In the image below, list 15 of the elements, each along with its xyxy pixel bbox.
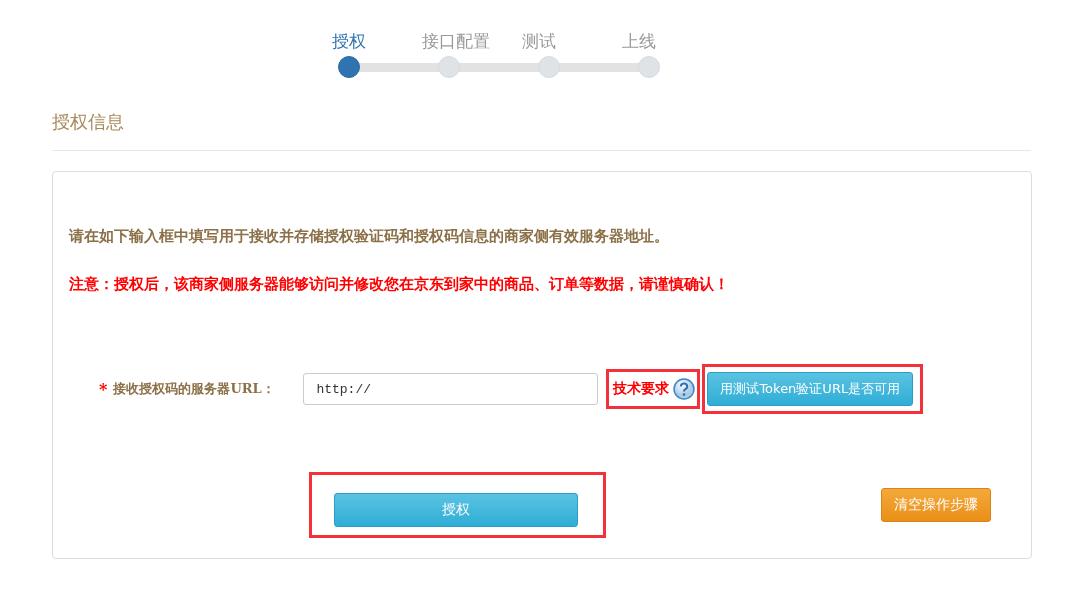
step-label: 测试 — [522, 30, 557, 53]
instruction-text: 请在如下输入框中填写用于接收并存储授权验证码和授权码信息的商家侧有效服务器地址。 — [69, 227, 670, 246]
section-title: 授权信息 — [52, 110, 125, 134]
step-label: 上线 — [622, 30, 657, 53]
step-label: 接口配置 — [422, 30, 491, 53]
clear-steps-button[interactable]: 清空操作步骤 — [881, 488, 991, 522]
test-url-button[interactable]: 用测试Token验证URL是否可用 — [707, 372, 914, 406]
help-icon[interactable] — [673, 378, 696, 400]
tech-requirements-link[interactable]: 技术要求 — [613, 380, 670, 398]
url-field[interactable]: http:// — [303, 373, 599, 405]
authorize-button[interactable]: 授权 — [334, 493, 578, 527]
field-label: 接收授权码的服务器URL： — [113, 380, 276, 398]
required-mark: * — [99, 379, 108, 399]
warning-text: 注意：授权后，该商家侧服务器能够访问并修改您在京东到家中的商品、订单等数据，请谨慎确认！ — [69, 275, 730, 294]
step-label: 授权 — [332, 30, 367, 53]
